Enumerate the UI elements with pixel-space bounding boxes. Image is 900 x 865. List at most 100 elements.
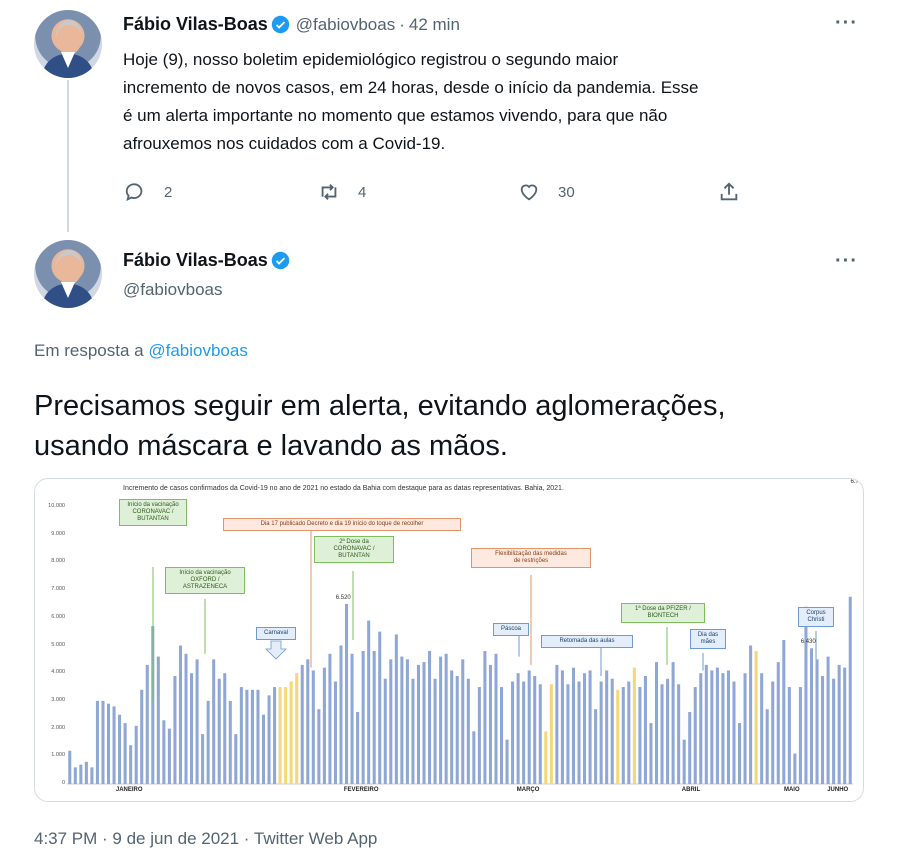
chart-bar <box>422 662 426 784</box>
chart-bar <box>771 681 775 784</box>
like-button[interactable]: 30 <box>518 181 575 203</box>
chart-bar <box>660 684 664 784</box>
annotation-decreto: Dia 17 publicado Decreto e dia 19 início… <box>223 518 461 531</box>
chart-bar <box>311 670 315 784</box>
chart-bar <box>699 673 703 784</box>
chart-bar <box>405 659 409 784</box>
like-count: 30 <box>558 183 575 201</box>
chart-bar <box>267 695 271 784</box>
chart-bar <box>798 687 802 784</box>
retweet-button[interactable]: 4 <box>318 181 366 203</box>
chart-bar <box>466 678 470 784</box>
chart-bar <box>522 681 526 784</box>
chart-bar <box>129 745 133 784</box>
chart-bar <box>289 681 293 784</box>
annotation-aulas: Retomada das aulas <box>541 635 633 648</box>
chart-bar <box>754 651 758 784</box>
chart-bar <box>605 670 609 784</box>
chart-bar <box>461 659 465 784</box>
chart-bar <box>566 684 570 784</box>
author-handle[interactable]: @fabiovboas <box>123 280 223 300</box>
annotation-vac2: Início da vacinação OXFORD / ASTRAZENECA <box>165 567 245 594</box>
chart-bar <box>383 678 387 784</box>
chart-image[interactable]: Incremento de casos confirmados da Covid… <box>34 478 864 802</box>
retweet-icon <box>321 184 337 200</box>
chart-bar <box>848 596 852 784</box>
retweet-count: 4 <box>358 183 367 201</box>
x-tick-label: ABRIL <box>681 787 701 793</box>
author-handle[interactable]: @fabiovboas <box>296 15 396 35</box>
chart-bar <box>361 651 365 784</box>
chart-bar <box>367 620 371 784</box>
chart-bar <box>499 687 504 784</box>
reply-handle-link[interactable]: @fabiovboas <box>148 341 248 360</box>
author-name[interactable]: Fábio Vilas-Boas <box>123 250 268 271</box>
chart-bar <box>295 673 299 784</box>
chart-bar <box>167 728 171 784</box>
tweet1-text-line: Hoje (9), nosso boletim epidemiológico r… <box>123 50 619 69</box>
chart-bar <box>206 700 210 784</box>
tweet-time[interactable]: 42 min <box>409 15 460 35</box>
chart-bar <box>677 684 681 784</box>
chart-bar <box>217 678 221 784</box>
more-options-icon[interactable]: ··· <box>835 12 858 35</box>
share-button[interactable] <box>718 181 740 203</box>
chart-bar <box>156 656 160 784</box>
chart-bar <box>743 673 747 784</box>
chart-bar <box>416 664 420 784</box>
chart-bar <box>472 731 476 784</box>
tweet-timestamp[interactable]: 4:37 PM · 9 de jun de 2021 · Twitter Web… <box>34 829 377 849</box>
chart-bar <box>444 653 448 784</box>
chart-bar <box>378 631 382 784</box>
chart-bar <box>826 656 830 784</box>
chart-bar <box>671 662 675 784</box>
reply-context: Em resposta a @fabiovboas <box>34 341 248 361</box>
chart-bar <box>145 664 149 784</box>
chart-bar <box>571 667 575 784</box>
chart-bar <box>505 739 509 784</box>
x-tick-label: FEVEREIRO <box>343 787 379 793</box>
chart-bar <box>300 664 304 784</box>
chart-bar <box>201 734 205 784</box>
reply-button[interactable]: 2 <box>124 181 172 203</box>
verified-badge-icon <box>271 15 289 34</box>
tweet2-text-line: Precisamos seguir em alerta, evitando ag… <box>34 390 726 422</box>
chart-bar <box>588 670 592 784</box>
chart-bar <box>666 678 670 784</box>
avatar[interactable] <box>34 240 102 308</box>
carnaval-arrow-icon <box>265 640 287 660</box>
avatar-head <box>56 20 82 55</box>
chart-bar <box>273 687 277 784</box>
annotation-maes: Dia das mães <box>690 629 726 649</box>
chart-bar <box>112 706 116 784</box>
chart-bar <box>560 670 564 784</box>
chart-bar <box>837 664 841 784</box>
chart-bar <box>494 653 498 784</box>
chart-bar <box>328 653 332 784</box>
annotation-vac1: Início da vacinação CORONAVAC / BUTANTAN <box>119 499 187 526</box>
chart-bar <box>140 689 144 784</box>
more-options-icon[interactable]: ··· <box>835 250 858 273</box>
chart-bar <box>527 670 531 784</box>
tweet1-text-line: é um alerta importante no momento que es… <box>123 106 668 125</box>
tweet1-text-line: afrouxemos nos cuidados com a Covid-19. <box>123 134 446 153</box>
tweet2-text: Precisamos seguir em alerta, evitando ag… <box>34 386 874 466</box>
chart-bar <box>710 670 714 784</box>
chart-bar <box>533 675 537 784</box>
tweet1-header: Fábio Vilas-Boas @fabiovboas · 42 min <box>123 14 460 35</box>
author-name[interactable]: Fábio Vilas-Boas <box>123 14 268 35</box>
chart-bar <box>439 656 443 784</box>
chart-bar <box>649 723 653 784</box>
chart-bar <box>599 681 603 784</box>
chart-bar <box>516 673 520 784</box>
chart-bar <box>782 639 786 784</box>
chart-bar <box>394 634 398 784</box>
chart-bar <box>118 714 122 784</box>
avatar[interactable] <box>34 10 102 78</box>
chart-bar <box>190 673 194 784</box>
reply-prefix: Em resposta a <box>34 341 144 360</box>
bar-value-label: 6.430 <box>800 639 816 646</box>
x-tick-label: JUNHO <box>827 787 849 793</box>
reply-count: 2 <box>164 183 173 201</box>
chart-bar <box>250 689 254 784</box>
